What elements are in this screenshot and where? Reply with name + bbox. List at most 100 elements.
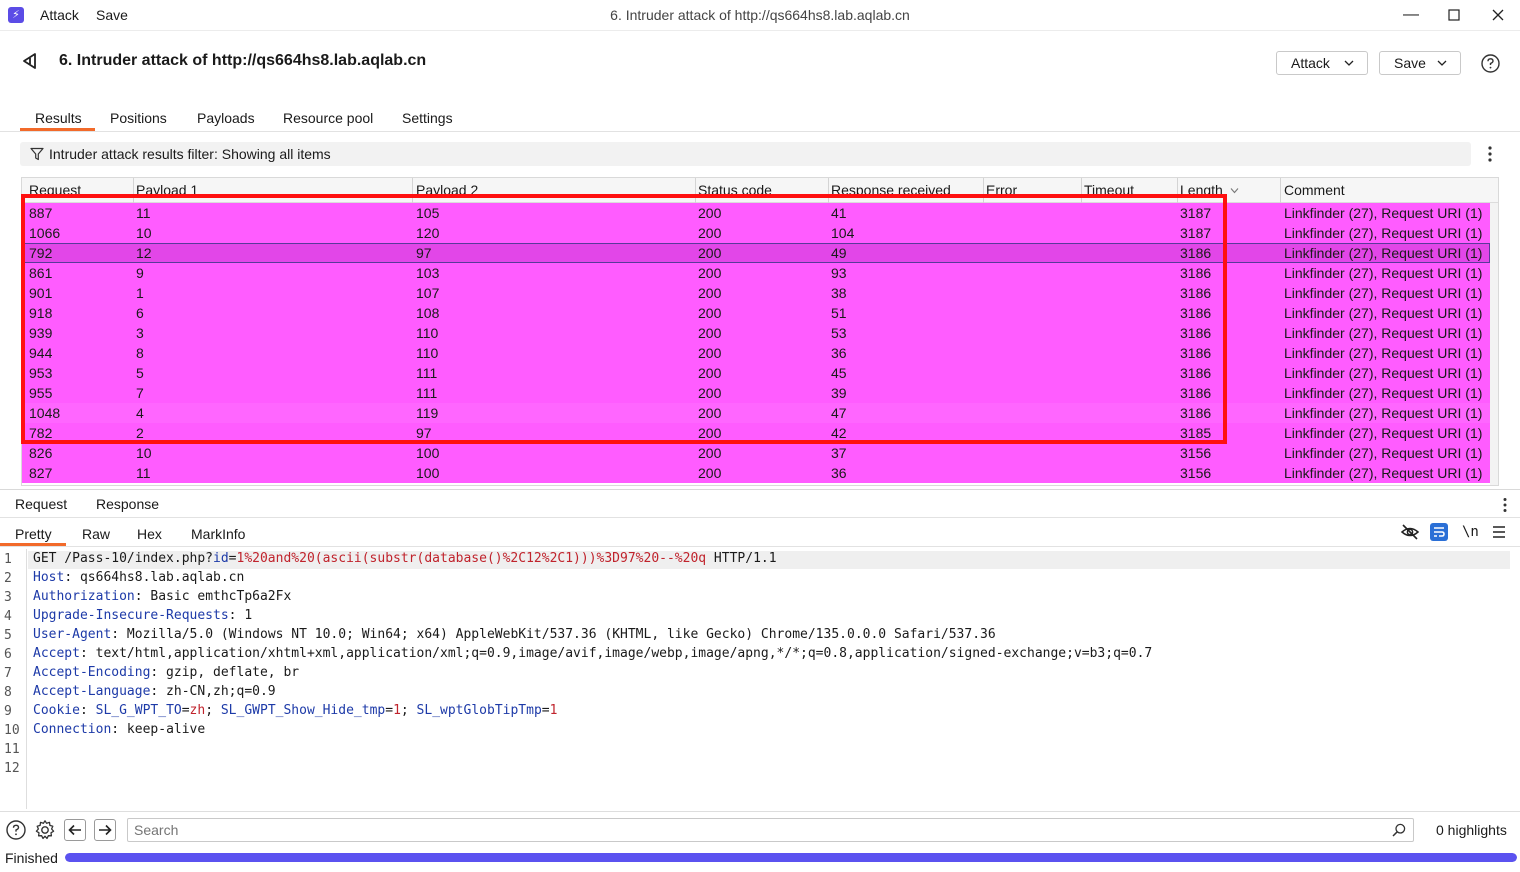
column-header-length[interactable]: Length xyxy=(1180,182,1239,198)
tab-resource-pool[interactable]: Resource pool xyxy=(283,110,373,126)
table-row[interactable]: 887 11 105 200 41 3187 Linkfinder (27), Reques… xyxy=(22,203,1490,223)
view-tab-markinfo[interactable]: MarkInfo xyxy=(191,526,245,542)
cell-payload-1: 10 xyxy=(136,225,152,241)
burp-logo-icon: ⚡ xyxy=(8,7,24,23)
cell-payload-2: 119 xyxy=(416,405,439,421)
cell-comment: Linkfinder (27), Request URI (1) xyxy=(1284,345,1483,361)
column-header-payload-1[interactable]: Payload 1 xyxy=(136,182,198,198)
cell-response-received: 49 xyxy=(831,245,847,261)
gear-icon[interactable] xyxy=(34,819,56,841)
help-icon[interactable] xyxy=(5,819,27,841)
table-row[interactable]: 918 6 108 200 51 3186 Linkfinder (27), Request… xyxy=(22,303,1490,323)
view-tab-pretty[interactable]: Pretty xyxy=(15,526,52,542)
minimize-icon[interactable]: — xyxy=(1398,4,1424,26)
column-separator[interactable] xyxy=(1177,178,1178,203)
filter-icon xyxy=(30,147,44,161)
table-row[interactable]: 792 12 97 200 49 3186 Linkfinder (27), Request… xyxy=(22,243,1490,263)
tab-results[interactable]: Results xyxy=(35,110,82,126)
line-number: 3 xyxy=(4,590,12,605)
cell-comment: Linkfinder (27), Request URI (1) xyxy=(1284,285,1483,301)
cell-payload-1: 4 xyxy=(136,405,144,421)
cell-request-id: 792 xyxy=(29,245,53,261)
search-box[interactable] xyxy=(127,818,1414,842)
table-row[interactable]: 827 11 100 200 36 3156 Linkfinder (27), Reques… xyxy=(22,463,1490,483)
header-line: Authorization: Basic emthcTp6a2Fx xyxy=(33,589,291,604)
intruder-back-icon[interactable] xyxy=(20,51,40,71)
cookie-value: zh xyxy=(189,703,206,718)
column-separator[interactable] xyxy=(1280,178,1281,203)
cell-comment: Linkfinder (27), Request URI (1) xyxy=(1284,205,1483,221)
table-row[interactable]: 861 9 103 200 93 3186 Linkfinder (27), Request… xyxy=(22,263,1490,283)
cell-payload-1: 9 xyxy=(136,265,144,281)
more-options-icon[interactable] xyxy=(1498,496,1512,514)
search-icon[interactable] xyxy=(1392,823,1406,837)
column-separator[interactable] xyxy=(1081,178,1082,203)
column-header-error[interactable]: Error xyxy=(986,182,1017,198)
view-tab-raw[interactable]: Raw xyxy=(82,526,110,542)
table-row[interactable]: 1066 10 120 200 104 3187 Linkfinder (27), Requ… xyxy=(22,223,1490,243)
column-separator[interactable] xyxy=(695,178,696,203)
save-button[interactable]: Save xyxy=(1379,51,1461,75)
menu-icon[interactable] xyxy=(1491,522,1511,542)
cell-payload-2: 108 xyxy=(416,305,440,321)
cell-payload-2: 107 xyxy=(416,285,440,301)
table-row[interactable]: 939 3 110 200 53 3186 Linkfinder (27), Request… xyxy=(22,323,1490,343)
column-header-payload-2[interactable]: Payload 2 xyxy=(416,182,478,198)
cell-request-id: 826 xyxy=(29,445,53,461)
header-name: Host xyxy=(33,570,65,585)
newline-icon[interactable]: \n xyxy=(1462,522,1482,542)
close-icon[interactable] xyxy=(1485,4,1511,26)
maximize-icon[interactable] xyxy=(1441,4,1467,26)
cell-payload-1: 2 xyxy=(136,425,144,441)
tab-positions[interactable]: Positions xyxy=(110,110,167,126)
title-bar xyxy=(0,0,1520,31)
cell-response-received: 47 xyxy=(831,405,847,421)
column-separator[interactable] xyxy=(983,178,984,203)
tab-response[interactable]: Response xyxy=(96,496,159,512)
wrap-icon[interactable] xyxy=(1429,522,1449,542)
search-input[interactable] xyxy=(134,822,1374,838)
table-row[interactable]: 955 7 111 200 39 3186 Linkfinder (27), Request… xyxy=(22,383,1490,403)
menu-attack[interactable]: Attack xyxy=(40,7,79,23)
help-icon[interactable] xyxy=(1480,53,1501,74)
column-header-response-received[interactable]: Response received xyxy=(831,182,951,198)
view-tab-hex[interactable]: Hex xyxy=(137,526,162,542)
table-row[interactable]: 782 2 97 200 42 3185 Linkfinder (27), Request … xyxy=(22,423,1490,443)
attack-button[interactable]: Attack xyxy=(1276,51,1368,75)
more-options-icon[interactable] xyxy=(1482,144,1498,164)
results-table[interactable]: Request Payload 1 Payload 2 Status code … xyxy=(21,177,1499,486)
cell-length: 3186 xyxy=(1180,285,1212,301)
request-editor[interactable]: 1 2 3 4 5 6 7 8 9 10 11 12 GET /Pass-10/… xyxy=(0,549,1520,809)
cell-response-received: 42 xyxy=(831,425,847,441)
table-body: 887 11 105 200 41 3187 Linkfinder (27), Reques… xyxy=(22,203,1490,483)
column-header-timeout[interactable]: Timeout xyxy=(1084,182,1134,198)
table-row[interactable]: 826 10 100 200 37 3156 Linkfinder (27), Reques… xyxy=(22,443,1490,463)
hide-icon[interactable] xyxy=(1400,522,1420,542)
table-row[interactable]: 944 8 110 200 36 3186 Linkfinder (27), Request… xyxy=(22,343,1490,363)
column-separator[interactable] xyxy=(133,178,134,203)
table-row[interactable]: 953 5 111 200 45 3186 Linkfinder (27), Request… xyxy=(22,363,1490,383)
cell-response-received: 37 xyxy=(831,445,847,461)
column-header-request[interactable]: Request xyxy=(29,182,81,198)
cell-payload-1: 3 xyxy=(136,325,144,341)
table-scrollbar[interactable] xyxy=(1490,203,1498,485)
column-separator[interactable] xyxy=(828,178,829,203)
cell-request-id: 1066 xyxy=(29,225,61,241)
tab-settings[interactable]: Settings xyxy=(402,110,453,126)
previous-match-button[interactable] xyxy=(64,819,86,841)
column-header-status-code[interactable]: Status code xyxy=(698,182,772,198)
header-name: Accept-Language xyxy=(33,684,151,699)
tab-payloads[interactable]: Payloads xyxy=(197,110,255,126)
column-separator[interactable] xyxy=(412,178,413,203)
sort-descending-icon xyxy=(1230,188,1239,194)
cell-request-id: 827 xyxy=(29,465,53,481)
table-row[interactable]: 901 1 107 200 38 3186 Linkfinder (27), Request… xyxy=(22,283,1490,303)
table-row[interactable]: 1048 4 119 200 47 3186 Linkfinder (27), Reques… xyxy=(22,403,1490,423)
menu-save[interactable]: Save xyxy=(96,7,128,23)
progress-fill xyxy=(65,853,1517,862)
column-header-comment[interactable]: Comment xyxy=(1284,182,1345,198)
pane-splitter[interactable] xyxy=(0,489,1520,490)
tab-request[interactable]: Request xyxy=(15,496,67,512)
cell-status-code: 200 xyxy=(698,465,722,481)
next-match-button[interactable] xyxy=(94,819,116,841)
